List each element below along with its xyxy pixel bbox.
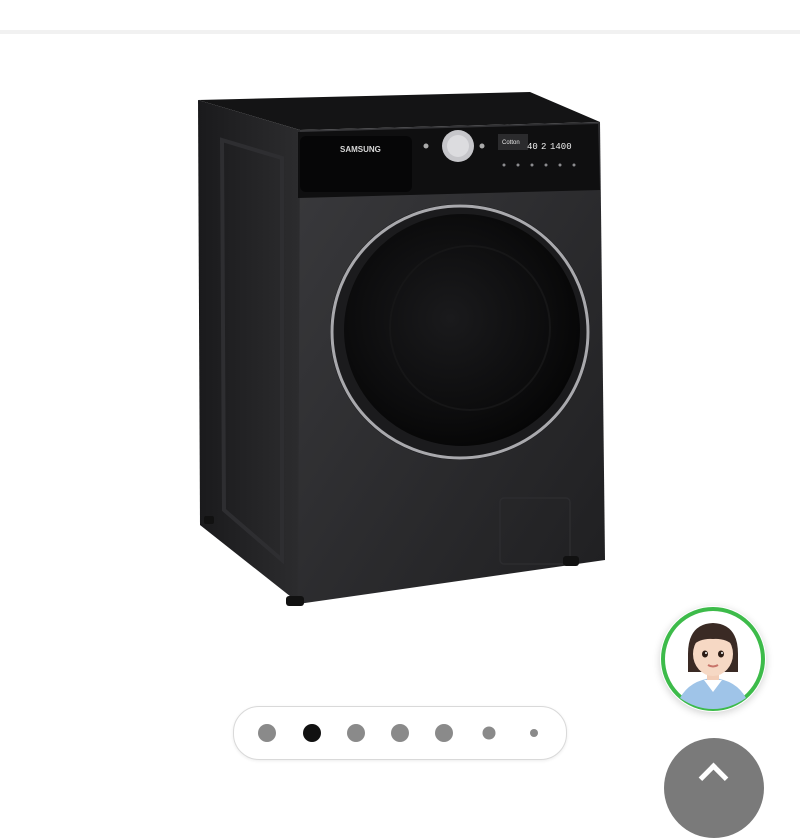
door-glass	[344, 214, 580, 446]
pager-dot-3[interactable]	[347, 724, 365, 742]
temp-readout: 40	[527, 142, 538, 152]
machine-side	[198, 100, 300, 604]
pager-dot-5[interactable]	[435, 724, 453, 742]
pager-dot-7[interactable]	[530, 729, 538, 737]
foot	[286, 596, 304, 606]
spin-readout: 1400	[550, 142, 572, 152]
top-bar	[0, 0, 800, 34]
brand-logo: SAMSUNG	[340, 145, 381, 154]
power-icon	[423, 143, 429, 149]
start-icon	[479, 143, 485, 149]
program-label: Cotton	[502, 140, 520, 146]
rinse-readout: 2	[541, 142, 546, 152]
product-image[interactable]: SAMSUNG Cotton 40 2 1400	[0, 34, 800, 694]
pager-dot-2[interactable]	[303, 724, 321, 742]
washing-machine-illustration: SAMSUNG Cotton 40 2 1400	[198, 92, 605, 606]
foot	[563, 556, 579, 566]
pager-dot-4[interactable]	[391, 724, 409, 742]
chat-assistant-button[interactable]	[660, 606, 766, 712]
foot	[204, 516, 214, 524]
carousel-pager	[233, 706, 567, 760]
chevron-up-icon	[698, 762, 729, 793]
pager-dot-1[interactable]	[258, 724, 276, 742]
avatar-assistant-icon	[661, 607, 765, 711]
pager-dot-6[interactable]	[482, 726, 496, 740]
scroll-to-top-button[interactable]	[664, 738, 764, 838]
